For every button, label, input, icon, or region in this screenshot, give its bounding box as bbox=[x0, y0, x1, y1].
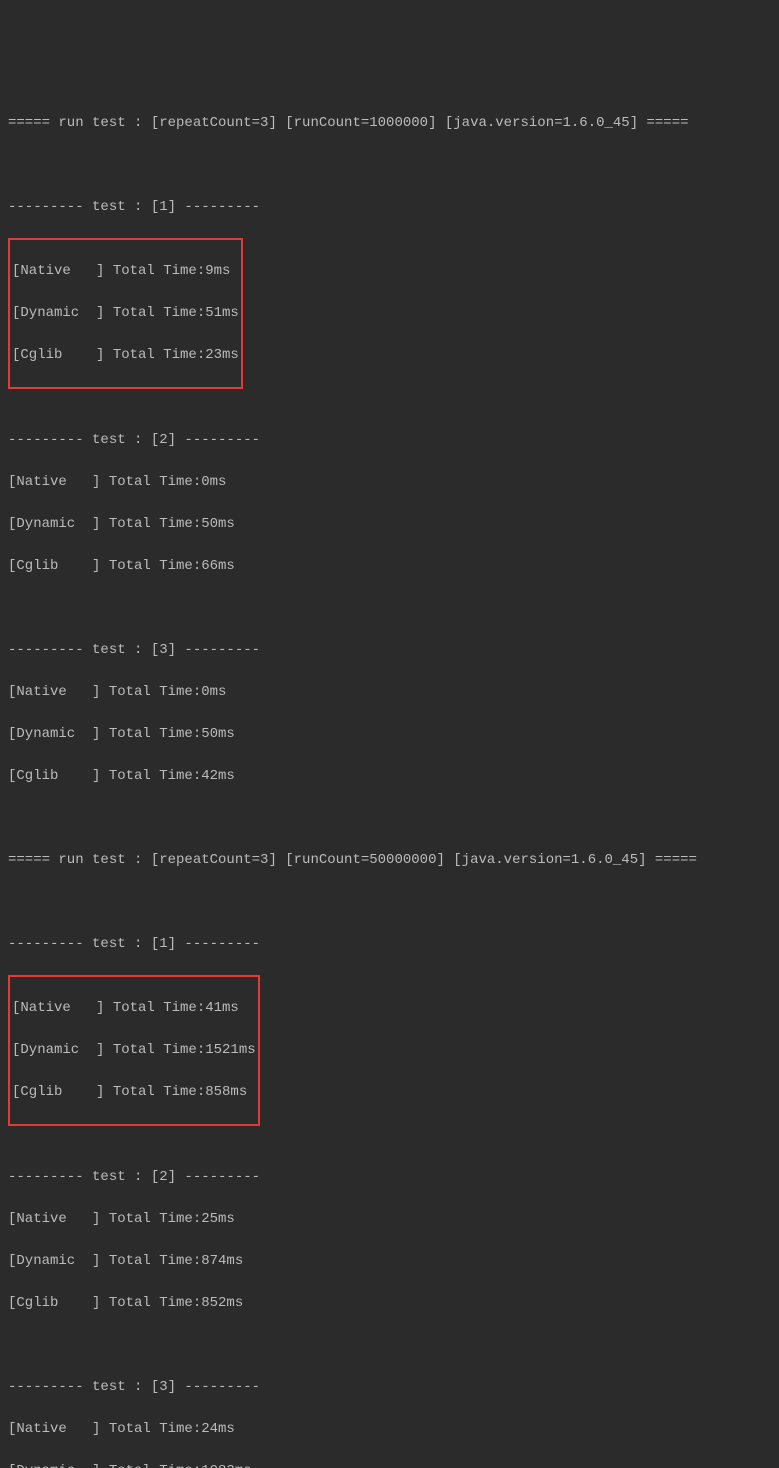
console-output: ===== run test : [repeatCount=3] [runCou… bbox=[8, 92, 771, 1468]
result-line: [Cglib ] Total Time:42ms bbox=[8, 766, 771, 787]
result-line: [Cglib ] Total Time:858ms bbox=[12, 1082, 256, 1103]
result-line: [Native ] Total Time:25ms bbox=[8, 1209, 771, 1230]
test-header: --------- test : [1] --------- bbox=[8, 197, 771, 218]
test-header: --------- test : [2] --------- bbox=[8, 1167, 771, 1188]
result-line: [Cglib ] Total Time:852ms bbox=[8, 1293, 771, 1314]
result-line: [Native ] Total Time:41ms bbox=[12, 998, 256, 1019]
result-line: [Native ] Total Time:0ms bbox=[8, 472, 771, 493]
result-line: [Dynamic ] Total Time:50ms bbox=[8, 724, 771, 745]
run-header-1: ===== run test : [repeatCount=3] [runCou… bbox=[8, 113, 771, 134]
blank-line bbox=[8, 598, 771, 619]
highlighted-region-1: [Native ] Total Time:9ms [Dynamic ] Tota… bbox=[8, 238, 243, 389]
result-line: [Dynamic ] Total Time:1082ms bbox=[8, 1461, 771, 1468]
test-header: --------- test : [3] --------- bbox=[8, 1377, 771, 1398]
result-line: [Dynamic ] Total Time:1521ms bbox=[12, 1040, 256, 1061]
result-line: [Dynamic ] Total Time:50ms bbox=[8, 514, 771, 535]
result-line: [Dynamic ] Total Time:874ms bbox=[8, 1251, 771, 1272]
result-line: [Native ] Total Time:0ms bbox=[8, 682, 771, 703]
blank-line bbox=[8, 1125, 771, 1146]
test-header: --------- test : [3] --------- bbox=[8, 640, 771, 661]
result-line: [Cglib ] Total Time:23ms bbox=[12, 345, 239, 366]
result-line: [Dynamic ] Total Time:51ms bbox=[12, 303, 239, 324]
blank-line bbox=[8, 892, 771, 913]
blank-line bbox=[8, 155, 771, 176]
test-header: --------- test : [1] --------- bbox=[8, 934, 771, 955]
result-line: [Cglib ] Total Time:66ms bbox=[8, 556, 771, 577]
test-header: --------- test : [2] --------- bbox=[8, 430, 771, 451]
blank-line bbox=[8, 808, 771, 829]
blank-line bbox=[8, 388, 771, 409]
highlighted-region-2: [Native ] Total Time:41ms [Dynamic ] Tot… bbox=[8, 975, 260, 1126]
blank-line bbox=[8, 1335, 771, 1356]
result-line: [Native ] Total Time:9ms bbox=[12, 261, 239, 282]
result-line: [Native ] Total Time:24ms bbox=[8, 1419, 771, 1440]
run-header-2: ===== run test : [repeatCount=3] [runCou… bbox=[8, 850, 771, 871]
